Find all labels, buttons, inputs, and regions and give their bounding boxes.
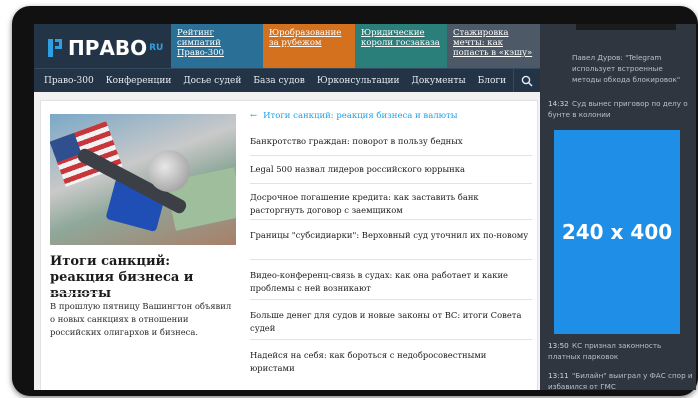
arrow-left-icon: ←: [250, 111, 258, 121]
search-button[interactable]: [513, 69, 540, 93]
sidebar-news-item[interactable]: 13:50 КС признал законность платных парко…: [548, 340, 694, 362]
promo-label: Стажировка мечты: как попасть в «кэшу»: [453, 28, 533, 58]
divider: [250, 219, 532, 220]
nav-item-blogs[interactable]: Блоги: [478, 76, 506, 86]
search-icon: [521, 75, 533, 87]
sidebar-thumbnail: [576, 24, 676, 30]
hero-image[interactable]: [50, 114, 236, 245]
news-time: 14:32: [548, 99, 569, 108]
site-header: ПРАВО RU Рейтинг симпатий Право-300 Юроб…: [34, 24, 540, 68]
list-item[interactable]: Надейся на себя: как бороться с недоброс…: [250, 349, 530, 375]
news-list: ← Итоги санкций: реакция бизнеса и валюты…: [246, 101, 532, 390]
right-sidebar: Павел Дуров: "Telegram использует встрое…: [540, 24, 696, 390]
news-time: 13:11: [548, 371, 569, 380]
screenshot-frame: ПРАВО RU Рейтинг симпатий Право-300 Юроб…: [0, 0, 698, 398]
list-item[interactable]: Банкротство граждан: поворот в пользу бе…: [250, 135, 530, 148]
list-heading[interactable]: ← Итоги санкций: реакция бизнеса и валюты: [250, 111, 458, 121]
divider: [250, 299, 532, 300]
list-item[interactable]: Видео-конференц-связь в судах: как она р…: [250, 269, 530, 295]
divider: [250, 339, 532, 340]
promo-internship[interactable]: Стажировка мечты: как попасть в «кэшу»: [447, 24, 540, 68]
ruble-coin-shape: [148, 150, 190, 192]
promo-education[interactable]: Юробразование за рубежом: [263, 24, 355, 68]
promo-label: Юробразование за рубежом: [269, 28, 342, 48]
ad-size-label: 240 x 400: [561, 220, 673, 244]
promo-label: Юридические короли госзаказа: [361, 28, 440, 48]
sidebar-news-item[interactable]: 14:32 Суд вынес приговор по делу о бунте …: [548, 98, 694, 120]
list-heading-text: Итоги санкций: реакция бизнеса и валюты: [263, 111, 458, 121]
nav-item-pravo300[interactable]: Право-300: [44, 76, 94, 86]
divider: [250, 155, 532, 156]
nav-item-judges[interactable]: Досье судей: [183, 76, 241, 86]
list-item[interactable]: Legal 500 назвал лидеров российского юрр…: [250, 163, 530, 176]
logo-mark-icon: [48, 39, 62, 57]
hero-title[interactable]: Итоги санкций: реакция бизнеса и валюты: [50, 254, 236, 302]
hero-description: В прошлую пятницу Вашингтон объявил о но…: [50, 301, 232, 337]
site-logo[interactable]: ПРАВО RU: [48, 36, 163, 60]
nav-item-courts[interactable]: База судов: [253, 76, 304, 86]
list-item[interactable]: Больше денег для судов и новые законы от…: [250, 309, 530, 335]
hero-separator: [50, 293, 100, 294]
device-bezel: ПРАВО RU Рейтинг симпатий Право-300 Юроб…: [12, 6, 698, 396]
promo-rating[interactable]: Рейтинг симпатий Право-300: [171, 24, 263, 68]
logo-suffix: RU: [149, 43, 164, 53]
logo-text: ПРАВО: [68, 36, 148, 60]
promo-procurement[interactable]: Юридические короли госзаказа: [355, 24, 447, 68]
news-text: Павел Дуров: "Telegram использует встрое…: [572, 53, 681, 84]
main-content: Итоги санкций: реакция бизнеса и валюты …: [34, 92, 540, 390]
nav-item-consultations[interactable]: Юрконсультации: [317, 76, 400, 86]
list-item[interactable]: Границы "субсидиарки": Верховный суд уто…: [250, 229, 530, 242]
featured-card: Итоги санкций: реакция бизнеса и валюты …: [40, 100, 538, 390]
ad-banner[interactable]: 240 x 400: [554, 130, 680, 334]
browser-viewport: ПРАВО RU Рейтинг симпатий Право-300 Юроб…: [34, 24, 696, 390]
list-item[interactable]: Досрочное погашение кредита: как застави…: [250, 191, 530, 217]
promo-label: Рейтинг симпатий Право-300: [177, 28, 224, 58]
news-time: 13:50: [548, 341, 569, 350]
sidebar-news-item[interactable]: Павел Дуров: "Telegram использует встрое…: [572, 52, 692, 85]
sidebar-news-item[interactable]: 13:11 "Билайн" выиграл у ФАС спор и избав…: [548, 370, 694, 390]
main-nav: Право-300 Конференции Досье судей База с…: [34, 68, 540, 93]
nav-item-conferences[interactable]: Конференции: [106, 76, 172, 86]
divider: [250, 183, 532, 184]
nav-item-documents[interactable]: Документы: [412, 76, 466, 86]
divider: [250, 259, 532, 260]
